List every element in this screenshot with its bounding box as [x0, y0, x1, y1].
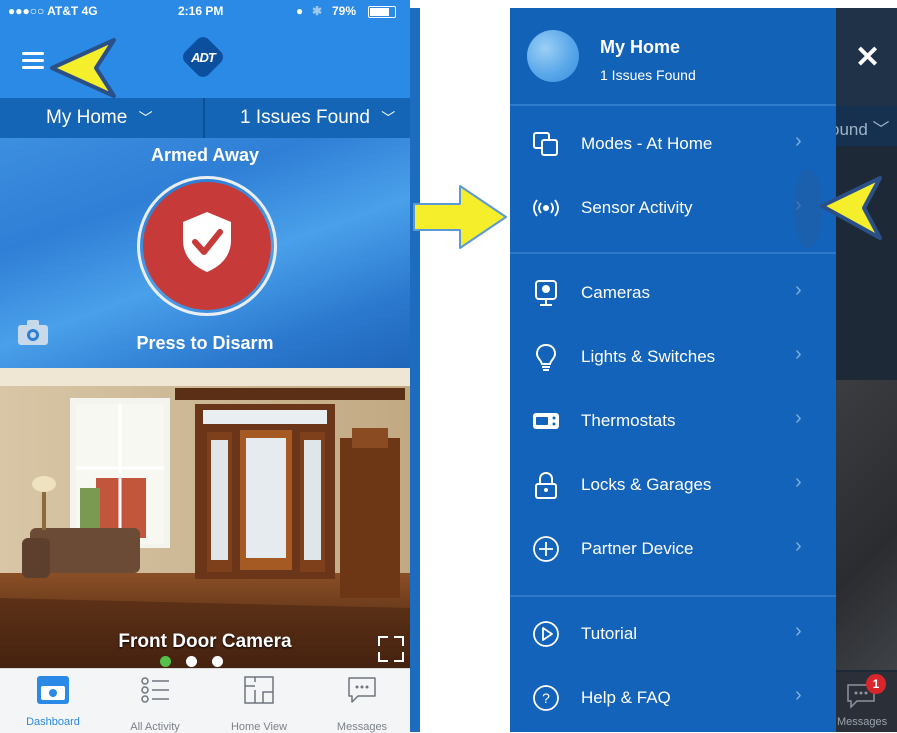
dimmed-issues-text: ound ﹀: [830, 120, 890, 139]
tab-label: All Activity: [130, 721, 180, 733]
chevron-right-icon: ›: [795, 343, 802, 365]
chat-bubble-icon: [348, 677, 376, 703]
modes-icon: [533, 132, 558, 156]
tab-label: Dashboard: [26, 716, 80, 728]
menu-item-label: Cameras: [581, 283, 650, 302]
tab-all-activity[interactable]: All Activity: [110, 676, 200, 733]
chevron-right-icon: ›: [795, 130, 802, 152]
arm-status-label: Armed Away: [150, 145, 260, 165]
question-circle-icon: ?: [533, 685, 559, 711]
drawer-subtitle: 1 Issues Found: [600, 67, 696, 83]
carousel-dot-active[interactable]: [160, 656, 171, 667]
menu-item-label: Tutorial: [581, 624, 638, 643]
chevron-right-icon: ›: [795, 279, 802, 301]
tab-label: Home View: [230, 721, 288, 733]
menu-item-label: Modes - At Home: [581, 134, 713, 153]
home-avatar: [527, 30, 579, 82]
camera-icon: [535, 280, 557, 306]
menu-item-label: Partner Device: [581, 539, 694, 558]
menu-item-sensor-activity[interactable]: Sensor Activity ›: [510, 178, 836, 242]
menu-item-locks[interactable]: Locks & Garages ›: [510, 455, 836, 519]
battery-icon: [368, 6, 396, 18]
activity-list-icon: [141, 677, 169, 703]
issues-dropdown[interactable]: 1 Issues Found ﹀: [240, 107, 395, 129]
callout-arrow-icon: [794, 170, 882, 248]
carrier-signal: ●●●○○ AT&T 4G: [8, 4, 98, 18]
carousel-dot[interactable]: [212, 656, 223, 667]
menu-item-modes[interactable]: Modes - At Home ›: [510, 114, 836, 178]
tab-messages[interactable]: Messages: [317, 676, 407, 733]
chevron-down-icon: ﹀: [138, 110, 153, 126]
callout-arrow-icon: [50, 38, 116, 98]
bluetooth-icon: ✱: [312, 4, 323, 18]
menu-item-tutorial[interactable]: Tutorial ›: [510, 604, 836, 668]
foyer-photo: [0, 368, 410, 668]
dimmed-camera-feed: [836, 380, 897, 670]
menu-divider: [510, 595, 836, 597]
alarm-icon: ●: [296, 4, 304, 18]
message-count-badge: 1: [866, 674, 886, 694]
tab-home-view[interactable]: Home View: [214, 676, 304, 733]
brand-text: ADT: [191, 50, 216, 65]
svg-text:?: ?: [542, 690, 550, 706]
play-circle-icon: [533, 621, 559, 647]
lightbulb-icon: [535, 343, 557, 371]
plus-circle-icon: [533, 536, 559, 562]
chevron-right-icon: ›: [795, 471, 802, 493]
sensor-waves-icon: [533, 199, 559, 217]
menu-item-label: Locks & Garages: [581, 475, 712, 494]
status-time: 2:16 PM: [178, 4, 224, 18]
chevron-down-icon: ﹀: [381, 110, 396, 126]
camera-feed[interactable]: [0, 368, 410, 668]
floorplan-icon: [244, 676, 274, 704]
tab-label: Messages: [336, 721, 388, 733]
menu-item-label: Lights & Switches: [581, 347, 716, 366]
close-icon[interactable]: ✕: [855, 40, 880, 75]
menu-item-thermostats[interactable]: Thermostats ›: [510, 391, 836, 455]
chevron-right-icon: ›: [795, 620, 802, 642]
fullscreen-expand-icon[interactable]: [376, 634, 406, 664]
carousel-dot[interactable]: [186, 656, 197, 667]
tab-dashboard[interactable]: Dashboard: [8, 676, 98, 728]
menu-divider: [510, 252, 836, 254]
status-bar: ●●●○○ AT&T 4G 2:16 PM ● ✱ 79%: [0, 0, 410, 22]
battery-percent: 79%: [332, 4, 357, 18]
menu-item-label: Thermostats: [581, 411, 676, 430]
chevron-right-icon: ›: [795, 407, 802, 429]
issues-label: 1 Issues Found: [240, 107, 370, 128]
menu-item-help[interactable]: ? Help & FAQ ›: [510, 668, 836, 732]
location-dropdown[interactable]: My Home ﹀: [46, 107, 153, 129]
camera-title: Front Door Camera: [118, 631, 292, 652]
disarm-instruction: Press to Disarm: [136, 333, 274, 353]
chevron-right-icon: ›: [795, 535, 802, 557]
menu-item-lights[interactable]: Lights & Switches ›: [510, 327, 836, 391]
lock-icon: [535, 471, 557, 499]
transition-arrow-icon: [413, 185, 507, 249]
dashboard-icon: [37, 676, 69, 704]
thermostat-icon: [533, 413, 559, 429]
chevron-right-icon: ›: [795, 684, 802, 706]
menu-item-partner-device[interactable]: Partner Device ›: [510, 519, 836, 583]
location-label: My Home: [46, 107, 128, 128]
menu-item-label: Help & FAQ: [581, 688, 671, 707]
menu-item-cameras[interactable]: Cameras ›: [510, 263, 836, 327]
drawer-title: My Home: [600, 37, 681, 57]
shield-check-icon: [183, 212, 231, 272]
menu-item-label: Sensor Activity: [581, 198, 693, 217]
dimmed-messages-label: Messages: [837, 716, 888, 728]
